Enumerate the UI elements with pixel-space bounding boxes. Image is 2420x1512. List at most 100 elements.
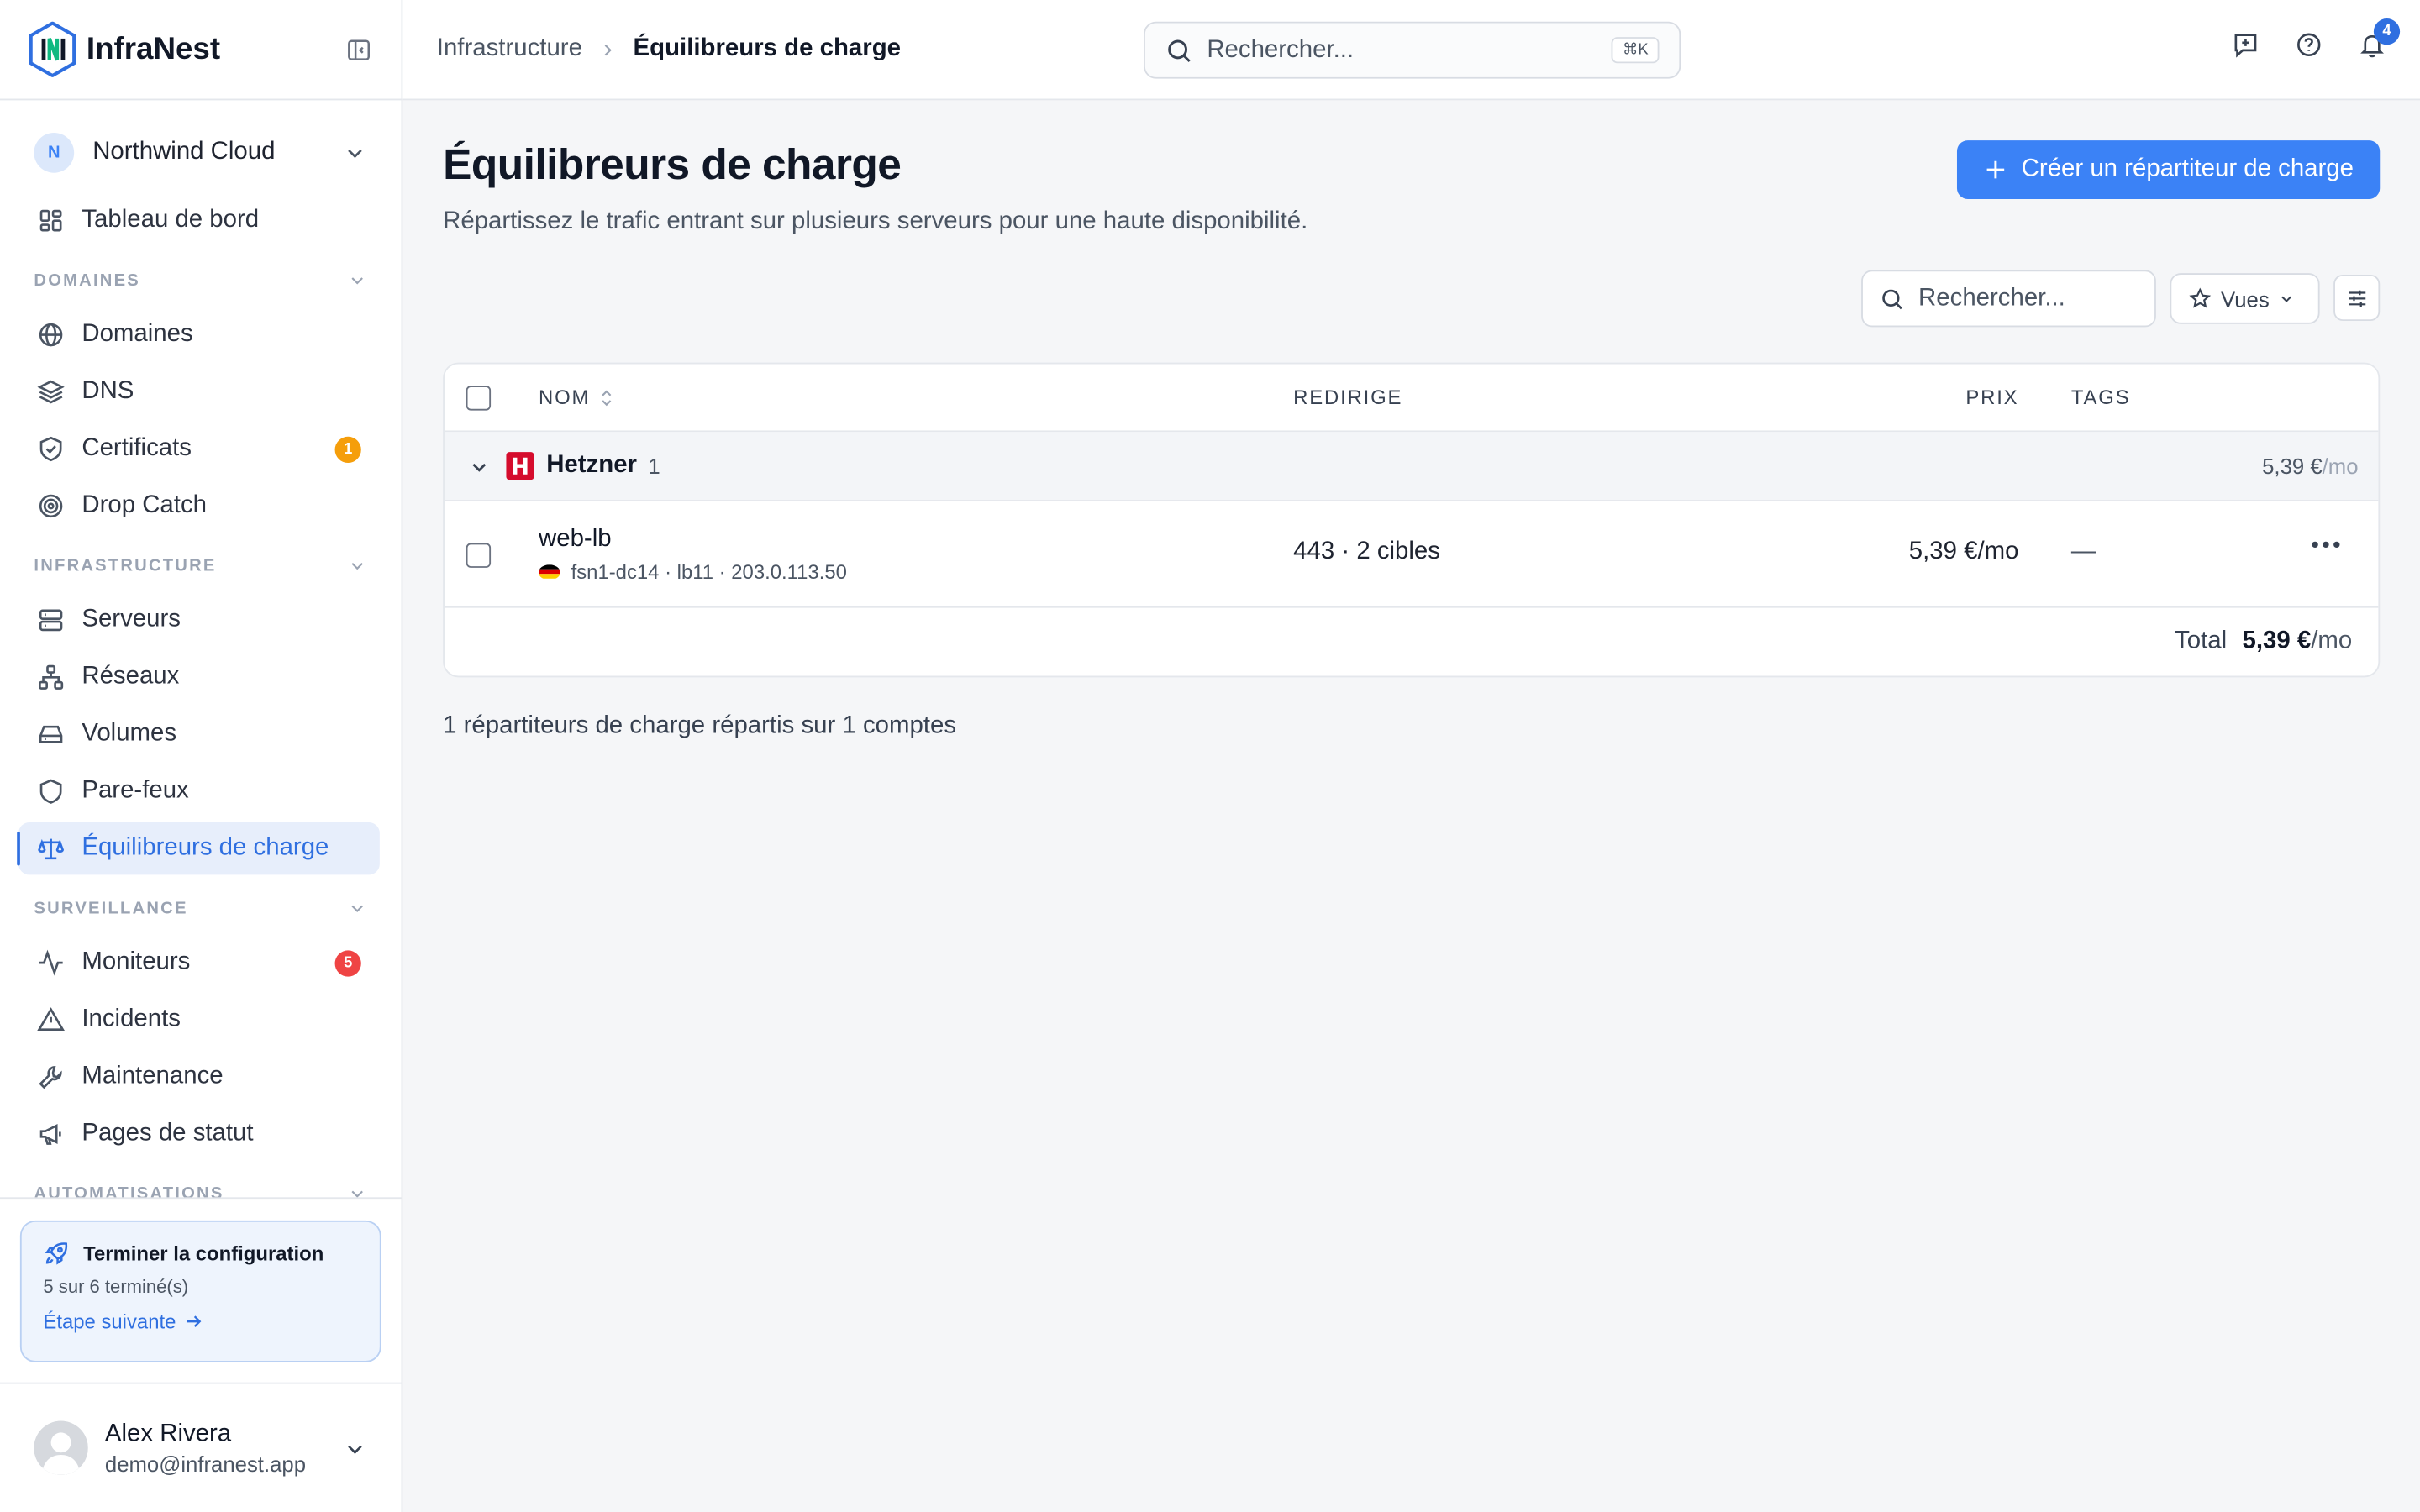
column-header-tags: TAGS [2070,386,2131,409]
section-surveillance[interactable]: SURVEILLANCE [0,879,402,937]
sidebar-item-incidents[interactable]: Incidents [18,994,380,1046]
user-menu[interactable]: Alex Rivera demo@infranest.app [0,1384,402,1512]
load-balancers-table: NOM REDIRIGE PRIX TAGS Hetzner 1 5,39 €/… [443,362,2381,678]
globe-icon [39,323,63,347]
section-automatisations[interactable]: AUTOMATISATIONS [0,1165,402,1222]
column-header-name[interactable]: NOM [539,386,615,409]
sidebar-item-domaines[interactable]: Domaines [18,308,380,360]
breadcrumb-current: Équilibreurs de charge [633,35,902,62]
org-switcher[interactable]: N Northwind Cloud [18,129,382,176]
layers-icon [37,380,65,404]
help-icon[interactable] [2295,31,2323,59]
sidebar-item-label: Pages de statut [82,1120,254,1147]
page-subtitle: Répartissez le trafic entrant sur plusie… [443,207,1308,235]
table-summary: 1 répartiteurs de charge répartis sur 1 … [443,712,957,739]
row-tags: — [2070,538,2096,565]
section-domaines[interactable]: DOMAINES [0,251,402,308]
user-name: Alex Rivera [104,1420,232,1446]
sidebar-item-label: Drop Catch [82,491,207,519]
divider [0,1197,402,1200]
column-settings-button[interactable] [2333,274,2381,322]
sidebar-item-drop-catch[interactable]: Drop Catch [18,480,380,532]
total-amount: 5,39 € [2242,627,2312,654]
user-info: Alex Rivera demo@infranest.app [105,1420,306,1476]
section-infrastructure[interactable]: INFRASTRUCTURE [0,537,402,594]
collapse-sidebar-icon[interactable] [343,34,374,65]
sidebar-item-reseaux[interactable]: Réseaux [18,651,380,703]
sidebar-item-dns[interactable]: DNS [18,365,380,417]
topbar-actions: 4 [2232,18,2401,59]
column-header-price: PRIX [1965,386,2019,409]
row-location: fsn1-dc14 · lb11 · 203.0.113.50 [571,559,847,584]
chevron-down-icon[interactable] [468,454,492,478]
notification-count-badge: 4 [2373,18,2401,45]
sidebar-item-label: Maintenance [82,1063,224,1089]
org-avatar: N [34,132,75,173]
activity-icon [39,949,63,976]
sidebar-item-label: Moniteurs [82,948,191,975]
page-header: Équilibreurs de charge Répartissez le tr… [443,140,2381,236]
next-step-label: Étape suivante [43,1310,176,1333]
sidebar-item-label: Volumes [82,720,177,747]
total-unit: /mo [2311,627,2353,654]
row-checkbox[interactable] [466,543,492,568]
infranest-logo-icon[interactable] [28,21,77,77]
sidebar-item-serveurs[interactable]: Serveurs [18,594,380,646]
global-search-input[interactable]: Rechercher... ⌘K [1144,21,1681,79]
dashboard-icon [39,209,62,232]
table-search-input[interactable]: Rechercher... [1861,270,2156,328]
provider-group-row[interactable]: Hetzner 1 5,39 €/mo [444,432,2379,501]
table-header: NOM REDIRIGE PRIX TAGS [444,364,2379,433]
brand-header: InfraNest [0,0,402,101]
feedback-icon[interactable] [2232,31,2260,59]
setup-title-text: Terminer la configuration [83,1242,324,1266]
sidebar-item-label: Incidents [82,1005,181,1032]
table-toolbar: Rechercher... Vues [443,270,2381,328]
row-price: 5,39 €/mo [1908,538,2019,565]
search-icon [1882,288,1902,309]
row-name-link[interactable]: web-lb [539,526,612,554]
breadcrumb-parent-link[interactable]: Infrastructure [437,35,582,63]
group-price-value: 5,39 € [2262,453,2323,479]
sidebar-item-volumes[interactable]: Volumes [18,708,380,760]
sidebar-item-equilibreurs[interactable]: Équilibreurs de charge [17,822,380,875]
shield-check-icon [39,436,62,462]
row-redirect: 443 · 2 cibles [1293,538,1440,565]
sidebar-item-moniteurs[interactable]: Moniteurs 5 [18,937,380,989]
sidebar-item-dashboard[interactable]: Tableau de bord [18,194,380,246]
sidebar-item-label: Équilibreurs de charge [82,834,329,861]
sliders-icon [2349,289,2365,307]
select-all-checkbox[interactable] [466,385,492,410]
germany-flag-icon [539,564,560,580]
chevron-down-icon [347,1184,367,1204]
sidebar-item-certificats[interactable]: Certificats 1 [18,423,380,475]
plus-icon [1986,160,2004,179]
chevron-down-icon [347,555,367,575]
megaphone-icon [39,1123,61,1145]
arrow-right-icon [187,1315,202,1327]
app-root: InfraNest N Northwind Cloud Tableau de b… [0,0,2420,1512]
sidebar-item-pages-statut[interactable]: Pages de statut [18,1108,380,1160]
section-label: AUTOMATISATIONS [34,1184,224,1203]
more-actions-icon[interactable] [2312,541,2340,549]
user-email: demo@infranest.app [104,1451,307,1476]
setup-card: Terminer la configuration 5 sur 6 termin… [19,1220,381,1362]
setup-progress: 5 sur 6 terminé(s) [43,1275,189,1298]
bell-icon[interactable]: 4 [2359,18,2401,59]
sidebar: InfraNest N Northwind Cloud Tableau de b… [0,0,403,1512]
create-load-balancer-button[interactable]: Créer un répartiteur de charge [1956,140,2381,199]
sidebar-item-label: Réseaux [82,663,180,690]
total-value: 5,39 €/mo [2242,628,2352,656]
sidebar-item-maintenance[interactable]: Maintenance [18,1051,380,1103]
sidebar-item-pare-feux[interactable]: Pare-feux [18,765,380,817]
sort-icon [602,389,612,406]
next-step-link[interactable]: Étape suivante [43,1310,358,1333]
table-row[interactable]: web-lb fsn1-dc14 · lb11 · 203.0.113.50 4… [444,501,2379,608]
group-price-unit: /mo [2322,453,2359,479]
row-meta: fsn1-dc14 · lb11 · 203.0.113.50 [539,559,847,584]
views-dropdown[interactable]: Vues [2170,273,2320,324]
column-label: NOM [539,386,591,409]
target-icon [39,494,63,518]
shield-icon [39,779,62,804]
network-icon [39,664,64,690]
